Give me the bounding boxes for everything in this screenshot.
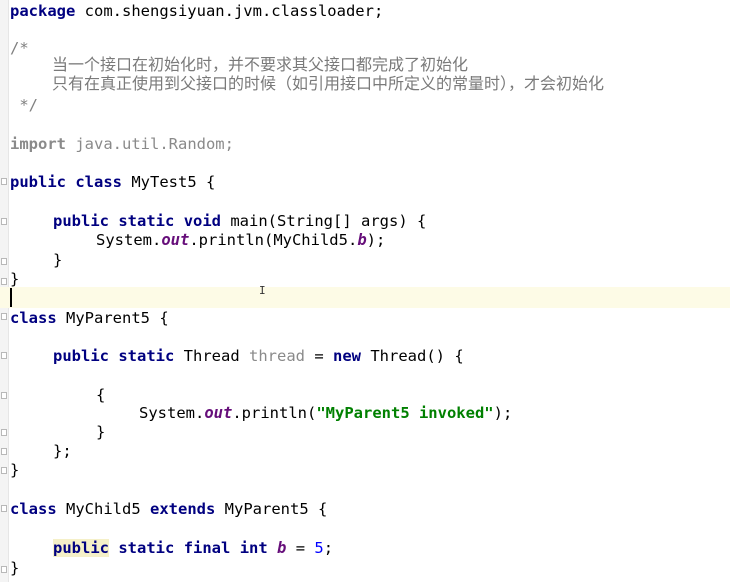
code-line-thread-field[interactable]: public static Thread thread = new Thread… xyxy=(53,346,464,366)
fold-marker-icon[interactable] xyxy=(1,448,7,455)
assign-op: = xyxy=(305,347,333,365)
keyword-public: public xyxy=(53,347,109,365)
main-signature: main(String[] args) { xyxy=(221,212,427,230)
keyword-public: public xyxy=(53,539,109,557)
code-line-close-mychild5[interactable]: } xyxy=(10,558,19,578)
code-line-init-close[interactable]: } xyxy=(96,422,105,442)
fold-marker-icon[interactable] xyxy=(1,467,7,474)
keyword-import: import xyxy=(10,135,66,153)
text-cursor-icon: I xyxy=(259,284,266,297)
code-line-close-mytest5[interactable]: } xyxy=(10,269,19,289)
comment-close: */ xyxy=(10,96,38,114)
class-name-myparent5: MyParent5 { xyxy=(56,309,169,327)
static-field-b: b xyxy=(277,539,287,557)
fold-marker-icon[interactable] xyxy=(1,392,7,399)
println-open: .println( xyxy=(232,404,317,422)
keyword-final: final xyxy=(183,539,231,557)
println-end: ); xyxy=(366,231,386,249)
import-name: java.util.Random; xyxy=(66,135,234,153)
static-field-out: out xyxy=(204,404,233,422)
code-line-package[interactable]: package com.shengsiyuan.jvm.classloader; xyxy=(10,1,383,21)
keyword-new: new xyxy=(333,347,361,365)
code-line-anon-close[interactable]: }; xyxy=(53,441,72,461)
keyword-public: public xyxy=(10,173,66,191)
fold-marker-icon[interactable] xyxy=(1,566,7,573)
keyword-class: class xyxy=(10,500,57,518)
code-line-close-myparent5[interactable]: } xyxy=(10,460,19,480)
static-field-out: out xyxy=(161,231,190,249)
fold-marker-icon[interactable] xyxy=(1,278,7,285)
system-text: System. xyxy=(96,231,162,249)
keyword-int: int xyxy=(239,539,268,557)
comment-line-2: 只有在真正使用到父接口的时候（如引用接口中所定义的常量时），才会初始化 xyxy=(52,74,605,93)
code-line-field-b[interactable]: public static final int b = 5; xyxy=(53,538,333,558)
field-thread: thread xyxy=(249,347,305,365)
keyword-static: static xyxy=(118,539,175,557)
println-call: .println(MyChild5. xyxy=(189,231,358,249)
code-line-class-mytest5[interactable]: public class MyTest5 { xyxy=(10,172,215,192)
current-line-highlight xyxy=(0,287,730,308)
code-line-import[interactable]: import java.util.Random; xyxy=(10,134,234,154)
superclass-myparent5: MyParent5 { xyxy=(215,500,328,518)
system-text: System. xyxy=(139,404,205,422)
type-thread: Thread xyxy=(174,347,249,365)
assign-op: = xyxy=(286,539,315,557)
println-close: ); xyxy=(493,404,513,422)
number-literal: 5 xyxy=(314,539,324,557)
thread-constructor: Thread() { xyxy=(361,347,464,365)
semicolon: ; xyxy=(323,539,334,557)
static-field-b: b xyxy=(357,231,367,249)
code-line-class-mychild5[interactable]: class MyChild5 extends MyParent5 { xyxy=(10,499,327,519)
code-editor[interactable]: I package com.shengsiyuan.jvm.classloade… xyxy=(0,0,730,582)
fold-marker-icon[interactable] xyxy=(1,178,7,185)
package-name: com.shengsiyuan.jvm.classloader; xyxy=(75,2,384,20)
string-literal: "MyParent5 invoked" xyxy=(316,404,494,422)
keyword-extends: extends xyxy=(150,500,216,518)
keyword-package: package xyxy=(10,2,76,20)
keyword-static: static xyxy=(118,347,175,365)
keyword-public: public xyxy=(53,212,109,230)
fold-marker-icon[interactable] xyxy=(1,258,7,265)
keyword-static: static xyxy=(118,212,175,230)
fold-marker-icon[interactable] xyxy=(1,218,7,225)
code-line-class-myparent5[interactable]: class MyParent5 { xyxy=(10,308,169,328)
fold-marker-icon[interactable] xyxy=(1,313,7,320)
code-line-println-invoked[interactable]: System.out.println("MyParent5 invoked"); xyxy=(139,403,512,423)
keyword-class: class xyxy=(75,173,123,191)
class-name-mytest5: MyTest5 { xyxy=(122,173,216,191)
code-line-close-main[interactable]: } xyxy=(53,250,62,270)
keyword-void: void xyxy=(183,212,222,230)
keyword-class: class xyxy=(10,309,57,327)
code-line-println-b[interactable]: System.out.println(MyChild5.b); xyxy=(96,230,385,250)
fold-marker-icon[interactable] xyxy=(1,429,7,436)
code-line-init-open[interactable]: { xyxy=(96,385,105,405)
fold-marker-icon[interactable] xyxy=(1,352,7,359)
code-line-main[interactable]: public static void main(String[] args) { xyxy=(53,211,426,231)
comment-open: /* xyxy=(10,39,29,57)
text-caret xyxy=(10,288,12,307)
class-name-mychild5: MyChild5 xyxy=(56,500,150,518)
comment-line-1: 当一个接口在初始化时，并不要求其父接口都完成了初始化 xyxy=(52,55,469,74)
fold-marker-icon[interactable] xyxy=(1,505,7,512)
